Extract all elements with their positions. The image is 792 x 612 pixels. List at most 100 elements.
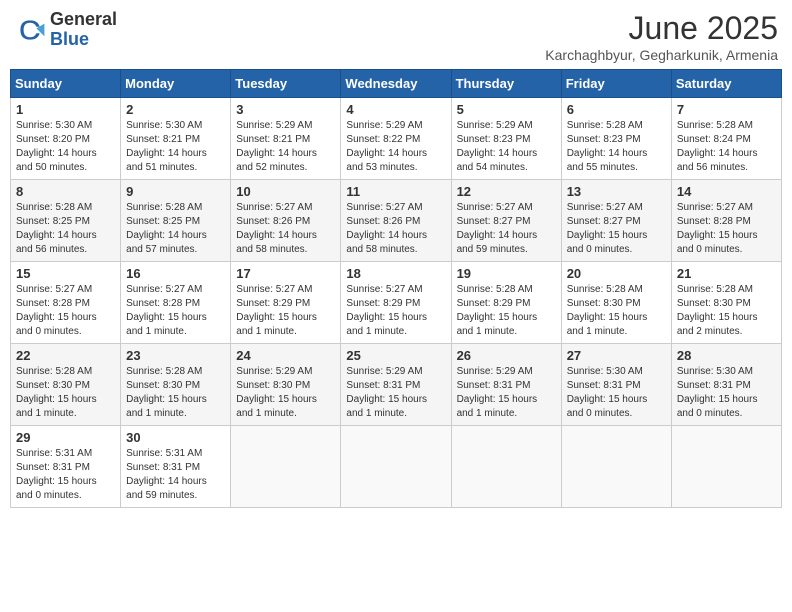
day-number: 14	[677, 184, 776, 199]
calendar-header-monday: Monday	[121, 70, 231, 98]
calendar-week-row: 15 Sunrise: 5:27 AMSunset: 8:28 PMDayligh…	[11, 262, 782, 344]
day-info: Sunrise: 5:28 AMSunset: 8:30 PMDaylight:…	[567, 283, 666, 339]
day-number: 20	[567, 266, 666, 281]
day-info: Sunrise: 5:29 AMSunset: 8:23 PMDaylight:…	[457, 119, 556, 175]
day-number: 15	[16, 266, 115, 281]
day-number: 18	[346, 266, 445, 281]
calendar-header-tuesday: Tuesday	[231, 70, 341, 98]
day-info: Sunrise: 5:30 AMSunset: 8:20 PMDaylight:…	[16, 119, 115, 175]
calendar-cell: 25 Sunrise: 5:29 AMSunset: 8:31 PMDayligh…	[341, 344, 451, 426]
day-number: 9	[126, 184, 225, 199]
day-info: Sunrise: 5:29 AMSunset: 8:22 PMDaylight:…	[346, 119, 445, 175]
day-info: Sunrise: 5:28 AMSunset: 8:25 PMDaylight:…	[126, 201, 225, 257]
day-info: Sunrise: 5:29 AMSunset: 8:31 PMDaylight:…	[346, 365, 445, 421]
day-info: Sunrise: 5:28 AMSunset: 8:24 PMDaylight:…	[677, 119, 776, 175]
calendar-cell: 2 Sunrise: 5:30 AMSunset: 8:21 PMDaylight…	[121, 98, 231, 180]
title-block: June 2025 Karchaghbyur, Gegharkunik, Arm…	[545, 10, 778, 63]
page-header: General Blue June 2025 Karchaghbyur, Geg…	[10, 10, 782, 63]
day-number: 19	[457, 266, 556, 281]
calendar-cell	[671, 426, 781, 508]
calendar-cell: 22 Sunrise: 5:28 AMSunset: 8:30 PMDayligh…	[11, 344, 121, 426]
day-info: Sunrise: 5:31 AMSunset: 8:31 PMDaylight:…	[16, 447, 115, 503]
calendar-cell: 23 Sunrise: 5:28 AMSunset: 8:30 PMDayligh…	[121, 344, 231, 426]
calendar-cell: 10Sunrise: 5:27 AMSunset: 8:26 PMDayligh…	[231, 180, 341, 262]
day-info: Sunrise: 5:28 AMSunset: 8:29 PMDaylight:…	[457, 283, 556, 339]
day-number: 3	[236, 102, 335, 117]
calendar-cell: 19 Sunrise: 5:28 AMSunset: 8:29 PMDayligh…	[451, 262, 561, 344]
calendar-cell: 24 Sunrise: 5:29 AMSunset: 8:30 PMDayligh…	[231, 344, 341, 426]
calendar-cell: 3 Sunrise: 5:29 AMSunset: 8:21 PMDaylight…	[231, 98, 341, 180]
logo: General Blue	[14, 10, 117, 50]
day-info: Sunrise: 5:28 AMSunset: 8:25 PMDaylight:…	[16, 201, 115, 257]
calendar-cell: 21Sunrise: 5:28 AMSunset: 8:30 PMDayligh…	[671, 262, 781, 344]
calendar-week-row: 22 Sunrise: 5:28 AMSunset: 8:30 PMDayligh…	[11, 344, 782, 426]
calendar-table: SundayMondayTuesdayWednesdayThursdayFrid…	[10, 69, 782, 508]
calendar-header-row: SundayMondayTuesdayWednesdayThursdayFrid…	[11, 70, 782, 98]
calendar-cell	[561, 426, 671, 508]
day-number: 24	[236, 348, 335, 363]
calendar-header-wednesday: Wednesday	[341, 70, 451, 98]
day-info: Sunrise: 5:31 AMSunset: 8:31 PMDaylight:…	[126, 447, 225, 503]
calendar-cell: 26 Sunrise: 5:29 AMSunset: 8:31 PMDayligh…	[451, 344, 561, 426]
day-number: 21	[677, 266, 776, 281]
calendar-header-sunday: Sunday	[11, 70, 121, 98]
calendar-cell: 12Sunrise: 5:27 AMSunset: 8:27 PMDayligh…	[451, 180, 561, 262]
day-info: Sunrise: 5:29 AMSunset: 8:30 PMDaylight:…	[236, 365, 335, 421]
calendar-cell: 18 Sunrise: 5:27 AMSunset: 8:29 PMDayligh…	[341, 262, 451, 344]
calendar-cell: 28Sunrise: 5:30 AMSunset: 8:31 PMDayligh…	[671, 344, 781, 426]
day-info: Sunrise: 5:30 AMSunset: 8:31 PMDaylight:…	[677, 365, 776, 421]
day-info: Sunrise: 5:27 AMSunset: 8:26 PMDaylight:…	[236, 201, 335, 257]
calendar-week-row: 29 Sunrise: 5:31 AMSunset: 8:31 PMDayligh…	[11, 426, 782, 508]
day-number: 6	[567, 102, 666, 117]
day-number: 23	[126, 348, 225, 363]
day-info: Sunrise: 5:27 AMSunset: 8:29 PMDaylight:…	[346, 283, 445, 339]
calendar-header-thursday: Thursday	[451, 70, 561, 98]
day-number: 1	[16, 102, 115, 117]
calendar-cell: 15 Sunrise: 5:27 AMSunset: 8:28 PMDayligh…	[11, 262, 121, 344]
day-info: Sunrise: 5:27 AMSunset: 8:29 PMDaylight:…	[236, 283, 335, 339]
day-info: Sunrise: 5:28 AMSunset: 8:30 PMDaylight:…	[16, 365, 115, 421]
day-number: 13	[567, 184, 666, 199]
day-info: Sunrise: 5:28 AMSunset: 8:23 PMDaylight:…	[567, 119, 666, 175]
calendar-cell: 14 Sunrise: 5:27 AMSunset: 8:28 PMDayligh…	[671, 180, 781, 262]
day-number: 27	[567, 348, 666, 363]
calendar-week-row: 1 Sunrise: 5:30 AMSunset: 8:20 PMDaylight…	[11, 98, 782, 180]
day-number: 2	[126, 102, 225, 117]
calendar-week-row: 8 Sunrise: 5:28 AMSunset: 8:25 PMDaylight…	[11, 180, 782, 262]
calendar-cell: 27Sunrise: 5:30 AMSunset: 8:31 PMDayligh…	[561, 344, 671, 426]
calendar-cell: 5 Sunrise: 5:29 AMSunset: 8:23 PMDaylight…	[451, 98, 561, 180]
calendar-cell: 30 Sunrise: 5:31 AMSunset: 8:31 PMDayligh…	[121, 426, 231, 508]
day-number: 25	[346, 348, 445, 363]
day-number: 30	[126, 430, 225, 445]
day-info: Sunrise: 5:27 AMSunset: 8:27 PMDaylight:…	[567, 201, 666, 257]
day-info: Sunrise: 5:29 AMSunset: 8:21 PMDaylight:…	[236, 119, 335, 175]
day-info: Sunrise: 5:29 AMSunset: 8:31 PMDaylight:…	[457, 365, 556, 421]
day-number: 7	[677, 102, 776, 117]
calendar-cell: 9 Sunrise: 5:28 AMSunset: 8:25 PMDaylight…	[121, 180, 231, 262]
day-info: Sunrise: 5:30 AMSunset: 8:21 PMDaylight:…	[126, 119, 225, 175]
calendar-cell: 6 Sunrise: 5:28 AMSunset: 8:23 PMDaylight…	[561, 98, 671, 180]
day-number: 29	[16, 430, 115, 445]
day-number: 11	[346, 184, 445, 199]
day-number: 26	[457, 348, 556, 363]
calendar-cell	[231, 426, 341, 508]
day-info: Sunrise: 5:28 AMSunset: 8:30 PMDaylight:…	[126, 365, 225, 421]
calendar-cell: 11Sunrise: 5:27 AMSunset: 8:26 PMDayligh…	[341, 180, 451, 262]
calendar-cell: 1 Sunrise: 5:30 AMSunset: 8:20 PMDaylight…	[11, 98, 121, 180]
day-info: Sunrise: 5:27 AMSunset: 8:28 PMDaylight:…	[16, 283, 115, 339]
day-number: 17	[236, 266, 335, 281]
calendar-cell: 7 Sunrise: 5:28 AMSunset: 8:24 PMDaylight…	[671, 98, 781, 180]
month-title: June 2025	[545, 10, 778, 47]
calendar-header-friday: Friday	[561, 70, 671, 98]
calendar-cell	[341, 426, 451, 508]
day-number: 5	[457, 102, 556, 117]
calendar-cell: 16Sunrise: 5:27 AMSunset: 8:28 PMDayligh…	[121, 262, 231, 344]
calendar-cell	[451, 426, 561, 508]
calendar-cell: 8 Sunrise: 5:28 AMSunset: 8:25 PMDaylight…	[11, 180, 121, 262]
day-number: 8	[16, 184, 115, 199]
day-info: Sunrise: 5:27 AMSunset: 8:27 PMDaylight:…	[457, 201, 556, 257]
day-number: 22	[16, 348, 115, 363]
calendar-header-saturday: Saturday	[671, 70, 781, 98]
logo-blue-text: Blue	[50, 29, 89, 49]
day-info: Sunrise: 5:27 AMSunset: 8:28 PMDaylight:…	[677, 201, 776, 257]
